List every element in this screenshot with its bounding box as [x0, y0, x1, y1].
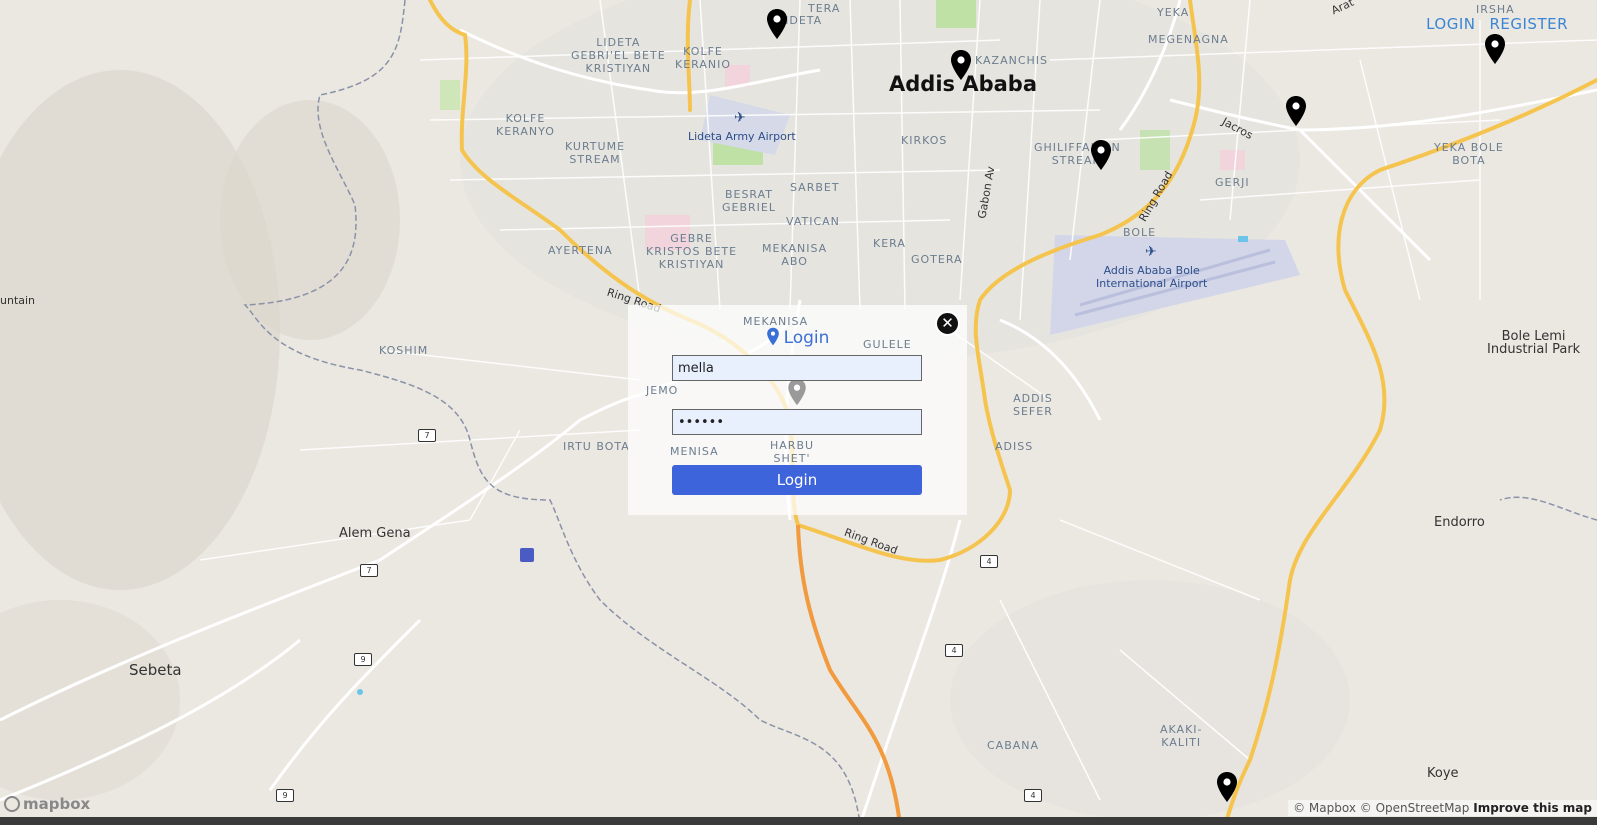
map-label-vatican: VATICAN: [786, 215, 840, 228]
airplane-icon: ✈: [734, 110, 746, 126]
map-label-ayertena: AYERTENA: [548, 244, 613, 257]
map-label-kolfe-keranyo: KOLFE KERANYO: [496, 112, 555, 138]
map-label-bole-airport: Addis Ababa Bole International Airport: [1096, 264, 1208, 290]
login-modal: MEKANISA GULELE JEMO MENISA HARBU SHET' …: [628, 305, 967, 515]
map-label-kazanchis: KAZANCHIS: [975, 54, 1049, 67]
login-submit-button[interactable]: Login: [672, 465, 922, 495]
top-nav: LOGIN REGISTER: [1426, 15, 1568, 33]
location-pin-icon: [766, 327, 779, 346]
map-label-yeka-bole: YEKA BOLE BOTA: [1434, 141, 1504, 167]
map-label-adiss: ADISS: [995, 440, 1034, 453]
map-label-koshim: KOSHIM: [379, 344, 429, 357]
map-marker-pin-icon[interactable]: [765, 8, 789, 40]
map-label-bole-lemi: Bole Lemi Industrial Park: [1487, 329, 1581, 357]
map-label-kera: KERA: [873, 237, 906, 250]
map-label-gebre: GEBRE KRISTOS BETE KRISTIYAN: [646, 232, 738, 271]
map-label-menisa: MENISA: [670, 445, 719, 458]
bottom-bar: [0, 817, 1597, 825]
map-label-jemo: JEMO: [646, 384, 679, 397]
route-shield-4: 4: [945, 644, 963, 657]
map-label-addis-sefer: ADDIS SEFER: [1013, 392, 1053, 418]
route-shield-4: 4: [1024, 789, 1042, 802]
map-marker-pin-icon[interactable]: [1215, 771, 1239, 803]
map-label-besrat: BESRAT GEBRIEL: [722, 188, 776, 214]
map-label-lideta-airport: Lideta Army Airport: [688, 130, 796, 143]
mapbox-logo-icon: [4, 796, 20, 812]
map-label-mekanisa-abo: MEKANISA ABO: [762, 242, 828, 268]
route-shield-4: 4: [980, 555, 998, 568]
map-label-sarbet: SARBET: [790, 181, 840, 194]
register-link[interactable]: REGISTER: [1489, 15, 1568, 33]
map-label-sebeta: Sebeta: [129, 661, 182, 679]
map-label-untain: untain: [0, 294, 36, 307]
map-label-akaki: AKAKI- KALITI: [1160, 723, 1203, 749]
map-label-yeka: YEKA: [1157, 6, 1190, 19]
map-label-koye: Koye: [1427, 766, 1459, 781]
airplane-icon: ✈: [1145, 244, 1157, 260]
map-marker-pin-icon[interactable]: [1089, 139, 1113, 171]
map-label-kolfe-keranio: KOLFE KERANIO: [675, 45, 732, 71]
map-label-kurtume: KURTUME STREAM: [565, 140, 626, 166]
improve-map-link[interactable]: Improve this map: [1473, 801, 1592, 815]
map-label-irtu-bota: IRTU BOTA: [563, 440, 630, 453]
mapbox-logo[interactable]: mapbox: [4, 795, 90, 813]
map-marker-pin-icon[interactable]: [1284, 95, 1308, 127]
route-shield-7: 7: [360, 564, 378, 577]
map-label-kirkos: KIRKOS: [901, 134, 948, 147]
modal-title: Login: [628, 327, 967, 348]
map-label-gerji: GERJI: [1215, 176, 1250, 189]
map-attribution: © Mapbox © OpenStreetMap Improve this ma…: [1288, 800, 1597, 816]
route-shield-7: 7: [418, 429, 436, 442]
map-label-tera: TERA: [808, 2, 841, 15]
modal-title-text: Login: [783, 328, 830, 348]
map-label-endorro: Endorro: [1434, 515, 1485, 530]
map-label-cabana: CABANA: [987, 739, 1040, 752]
map-label-megenagna: MEGENAGNA: [1148, 33, 1229, 46]
map-label-harbu: HARBU SHET': [770, 439, 815, 465]
username-input[interactable]: [672, 355, 922, 381]
password-input[interactable]: [672, 409, 922, 435]
map-marker-pin-icon[interactable]: [949, 49, 973, 81]
route-shield-9: 9: [276, 789, 294, 802]
mapbox-logo-text: mapbox: [23, 795, 91, 813]
attribution-text: © Mapbox © OpenStreetMap: [1293, 801, 1470, 815]
map-marker-pin-icon: [788, 378, 806, 406]
map-label-gotera: GOTERA: [911, 253, 963, 266]
login-link[interactable]: LOGIN: [1426, 15, 1475, 33]
route-shield-9: 9: [354, 653, 372, 666]
map-label-bole: BOLE: [1123, 226, 1157, 239]
map-marker-pin-icon[interactable]: [1483, 33, 1507, 65]
map-label-lideta-gebriel: LIDETA GEBRI'EL BETE KRISTIYAN: [571, 36, 666, 75]
map-label-alem-gena: Alem Gena: [339, 526, 411, 541]
